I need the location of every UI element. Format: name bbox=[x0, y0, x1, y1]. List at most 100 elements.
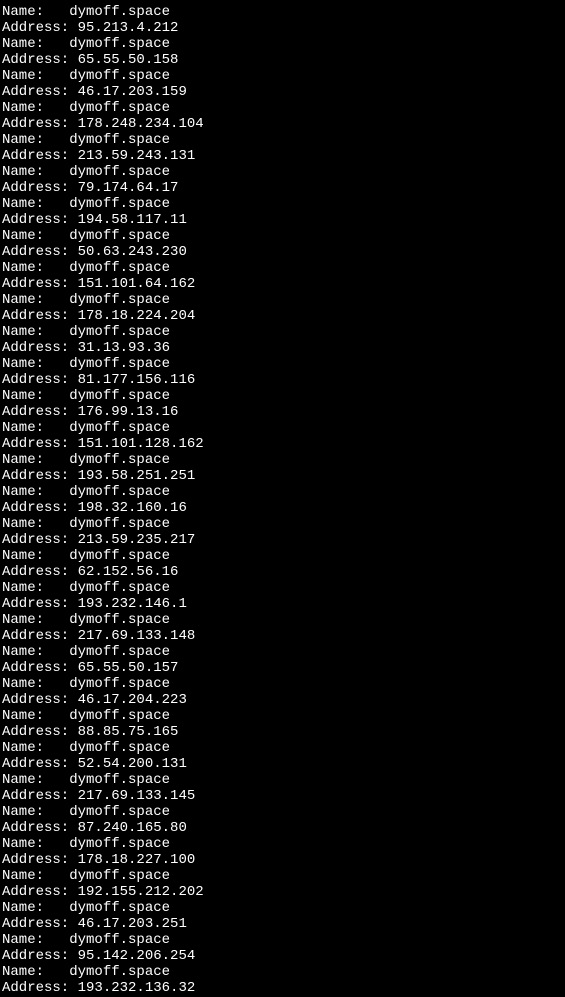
name-label: Name: bbox=[2, 420, 69, 436]
dns-name-line: Name: dymoff.space bbox=[2, 100, 563, 116]
dns-address-line: Address: 95.142.206.254 bbox=[2, 948, 563, 964]
dns-name-line: Name: dymoff.space bbox=[2, 164, 563, 180]
name-label: Name: bbox=[2, 932, 69, 948]
name-label: Name: bbox=[2, 132, 69, 148]
dns-name-value: dymoff.space bbox=[69, 900, 170, 916]
dns-name-line: Name: dymoff.space bbox=[2, 516, 563, 532]
name-label: Name: bbox=[2, 4, 69, 20]
address-label: Address: bbox=[2, 980, 78, 996]
address-label: Address: bbox=[2, 724, 78, 740]
dns-address-value: 217.69.133.145 bbox=[78, 788, 196, 804]
dns-name-value: dymoff.space bbox=[69, 676, 170, 692]
dns-name-value: dymoff.space bbox=[69, 420, 170, 436]
address-label: Address: bbox=[2, 404, 78, 420]
name-label: Name: bbox=[2, 740, 69, 756]
name-label: Name: bbox=[2, 388, 69, 404]
dns-address-value: 178.18.224.204 bbox=[78, 308, 196, 324]
dns-address-line: Address: 198.32.160.16 bbox=[2, 500, 563, 516]
dns-name-value: dymoff.space bbox=[69, 164, 170, 180]
name-label: Name: bbox=[2, 260, 69, 276]
name-label: Name: bbox=[2, 644, 69, 660]
dns-address-value: 193.58.251.251 bbox=[78, 468, 196, 484]
dns-address-value: 178.248.234.104 bbox=[78, 116, 204, 132]
dns-name-line: Name: dymoff.space bbox=[2, 324, 563, 340]
dns-address-value: 193.232.136.32 bbox=[78, 980, 196, 996]
name-label: Name: bbox=[2, 484, 69, 500]
dns-address-line: Address: 62.152.56.16 bbox=[2, 564, 563, 580]
name-label: Name: bbox=[2, 292, 69, 308]
dns-address-value: 87.240.165.80 bbox=[78, 820, 187, 836]
dns-name-line: Name: dymoff.space bbox=[2, 836, 563, 852]
address-label: Address: bbox=[2, 788, 78, 804]
dns-name-line: Name: dymoff.space bbox=[2, 260, 563, 276]
address-label: Address: bbox=[2, 692, 78, 708]
dns-address-line: Address: 178.18.224.204 bbox=[2, 308, 563, 324]
dns-name-value: dymoff.space bbox=[69, 484, 170, 500]
dns-name-value: dymoff.space bbox=[69, 612, 170, 628]
dns-address-line: Address: 65.55.50.157 bbox=[2, 660, 563, 676]
dns-name-value: dymoff.space bbox=[69, 836, 170, 852]
dns-name-value: dymoff.space bbox=[69, 260, 170, 276]
name-label: Name: bbox=[2, 452, 69, 468]
address-label: Address: bbox=[2, 244, 78, 260]
dns-name-line: Name: dymoff.space bbox=[2, 292, 563, 308]
name-label: Name: bbox=[2, 228, 69, 244]
dns-address-value: 52.54.200.131 bbox=[78, 756, 187, 772]
dns-address-value: 46.17.204.223 bbox=[78, 692, 187, 708]
dns-name-value: dymoff.space bbox=[69, 740, 170, 756]
dns-address-value: 193.232.146.1 bbox=[78, 596, 187, 612]
address-label: Address: bbox=[2, 436, 78, 452]
dns-address-value: 81.177.156.116 bbox=[78, 372, 196, 388]
dns-address-value: 50.63.243.230 bbox=[78, 244, 187, 260]
address-label: Address: bbox=[2, 948, 78, 964]
dns-address-line: Address: 193.232.146.1 bbox=[2, 596, 563, 612]
dns-address-value: 62.152.56.16 bbox=[78, 564, 179, 580]
dns-name-line: Name: dymoff.space bbox=[2, 484, 563, 500]
dns-address-line: Address: 151.101.128.162 bbox=[2, 436, 563, 452]
dns-address-line: Address: 46.17.204.223 bbox=[2, 692, 563, 708]
dns-name-line: Name: dymoff.space bbox=[2, 580, 563, 596]
name-label: Name: bbox=[2, 900, 69, 916]
dns-name-value: dymoff.space bbox=[69, 356, 170, 372]
address-label: Address: bbox=[2, 500, 78, 516]
dns-name-line: Name: dymoff.space bbox=[2, 4, 563, 20]
dns-name-line: Name: dymoff.space bbox=[2, 868, 563, 884]
dns-address-line: Address: 217.69.133.145 bbox=[2, 788, 563, 804]
name-label: Name: bbox=[2, 708, 69, 724]
name-label: Name: bbox=[2, 324, 69, 340]
address-label: Address: bbox=[2, 20, 78, 36]
dns-name-value: dymoff.space bbox=[69, 548, 170, 564]
name-label: Name: bbox=[2, 836, 69, 852]
address-label: Address: bbox=[2, 852, 78, 868]
dns-address-line: Address: 217.69.133.148 bbox=[2, 628, 563, 644]
dns-name-value: dymoff.space bbox=[69, 708, 170, 724]
dns-name-value: dymoff.space bbox=[69, 292, 170, 308]
name-label: Name: bbox=[2, 580, 69, 596]
dns-name-line: Name: dymoff.space bbox=[2, 420, 563, 436]
address-label: Address: bbox=[2, 756, 78, 772]
dns-name-line: Name: dymoff.space bbox=[2, 932, 563, 948]
dns-address-line: Address: 213.59.243.131 bbox=[2, 148, 563, 164]
dns-address-line: Address: 193.58.251.251 bbox=[2, 468, 563, 484]
dns-name-value: dymoff.space bbox=[69, 196, 170, 212]
address-label: Address: bbox=[2, 116, 78, 132]
dns-address-value: 217.69.133.148 bbox=[78, 628, 196, 644]
name-label: Name: bbox=[2, 548, 69, 564]
dns-address-line: Address: 193.232.136.32 bbox=[2, 980, 563, 996]
dns-name-line: Name: dymoff.space bbox=[2, 900, 563, 916]
dns-name-line: Name: dymoff.space bbox=[2, 132, 563, 148]
name-label: Name: bbox=[2, 964, 69, 980]
dns-name-value: dymoff.space bbox=[69, 100, 170, 116]
dns-name-line: Name: dymoff.space bbox=[2, 772, 563, 788]
dns-address-value: 46.17.203.159 bbox=[78, 84, 187, 100]
dns-name-value: dymoff.space bbox=[69, 452, 170, 468]
address-label: Address: bbox=[2, 564, 78, 580]
dns-name-value: dymoff.space bbox=[69, 932, 170, 948]
name-label: Name: bbox=[2, 772, 69, 788]
dns-address-line: Address: 50.63.243.230 bbox=[2, 244, 563, 260]
dns-name-line: Name: dymoff.space bbox=[2, 36, 563, 52]
dns-name-value: dymoff.space bbox=[69, 644, 170, 660]
dns-name-line: Name: dymoff.space bbox=[2, 196, 563, 212]
dns-name-value: dymoff.space bbox=[69, 580, 170, 596]
dns-name-value: dymoff.space bbox=[69, 388, 170, 404]
